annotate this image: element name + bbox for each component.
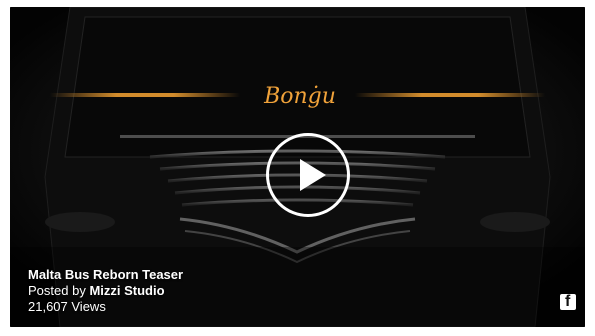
view-count: 21,607 Views — [28, 299, 106, 314]
play-button[interactable] — [266, 133, 350, 217]
author-link[interactable]: Mizzi Studio — [89, 283, 164, 298]
facebook-icon[interactable]: f — [560, 293, 576, 310]
video-player[interactable]: Bonġu Malta Bus Reborn Teaser Posted by … — [10, 7, 585, 327]
video-caption: Malta Bus Reborn Teaser Posted by Mizzi … — [28, 267, 183, 315]
play-icon — [300, 159, 326, 191]
video-title[interactable]: Malta Bus Reborn Teaser — [28, 267, 183, 283]
posted-by-label: Posted by — [28, 283, 90, 298]
facebook-glyph: f — [565, 293, 571, 310]
posted-by: Posted by Mizzi Studio — [28, 283, 183, 299]
